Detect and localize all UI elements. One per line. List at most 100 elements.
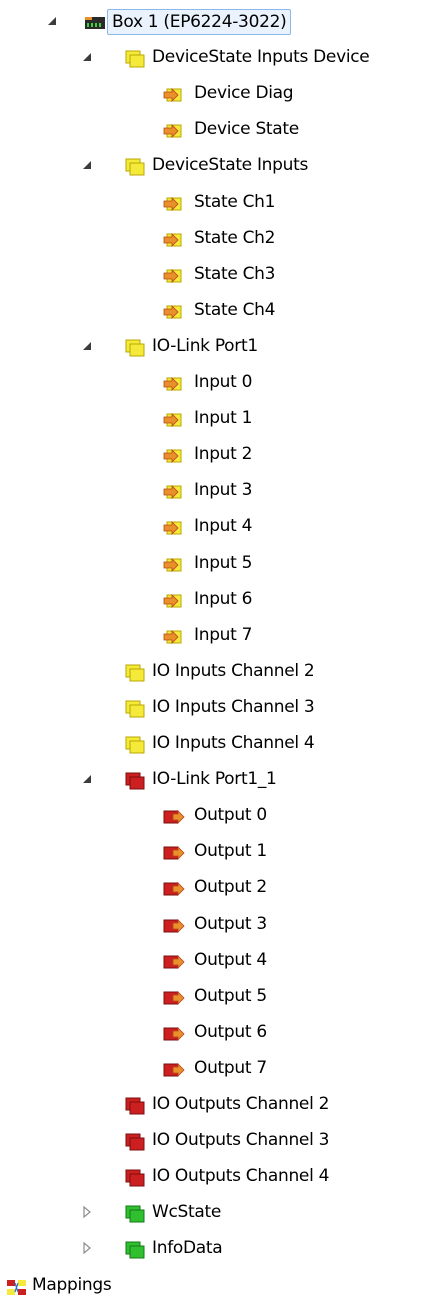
output-variable-icon — [163, 986, 185, 1006]
input-group-icon — [124, 697, 146, 718]
tree-item-label: IO Outputs Channel 4 — [152, 1166, 330, 1186]
input-group-icon — [124, 336, 146, 357]
tree-item-input-3[interactable]: Input 3 — [0, 473, 441, 507]
input-variable-icon — [163, 553, 185, 573]
tree-item-output-6[interactable]: Output 6 — [0, 1015, 441, 1049]
tree-item-label: Output 4 — [194, 950, 267, 970]
tree-item-input-2[interactable]: Input 2 — [0, 437, 441, 471]
tree-item-wcstate[interactable]: WcState — [0, 1195, 441, 1229]
status-group-icon — [124, 1202, 146, 1223]
tree-item-input-0[interactable]: Input 0 — [0, 365, 441, 399]
tree-item-label: Input 6 — [194, 589, 253, 609]
tree-item-output-3[interactable]: Output 3 — [0, 907, 441, 941]
tree-item-devicestate-inputs-device[interactable]: DeviceState Inputs Device — [0, 40, 441, 74]
collapsed-arrow-icon[interactable] — [80, 1205, 94, 1219]
input-variable-icon — [163, 589, 185, 609]
tree-item-label: Output 0 — [194, 805, 267, 825]
output-group-icon — [124, 1130, 146, 1151]
expanded-arrow-icon[interactable] — [80, 339, 94, 353]
tree-item-state-ch1[interactable]: State Ch1 — [0, 185, 441, 219]
input-variable-icon — [163, 119, 185, 139]
tree-item-label: Output 7 — [194, 1058, 267, 1078]
tree-item-input-7[interactable]: Input 7 — [0, 618, 441, 652]
output-variable-icon — [163, 841, 185, 861]
mappings-icon — [6, 1275, 28, 1295]
input-variable-icon — [163, 228, 185, 248]
tree-item-output-1[interactable]: Output 1 — [0, 834, 441, 868]
input-group-icon — [124, 155, 146, 176]
tree-item-label: Device State — [194, 119, 299, 139]
input-group-icon — [124, 47, 146, 68]
input-group-icon — [124, 733, 146, 754]
tree-item-input-6[interactable]: Input 6 — [0, 582, 441, 616]
output-variable-icon — [163, 877, 185, 897]
tree-item-io-link-port1-1[interactable]: IO-Link Port1_1 — [0, 762, 441, 796]
input-variable-icon — [163, 408, 185, 428]
output-group-icon — [124, 1166, 146, 1187]
tree-item-mappings[interactable]: Mappings — [0, 1268, 441, 1302]
input-variable-icon — [163, 83, 185, 103]
tree-item-label: Input 2 — [194, 444, 253, 464]
tree-item-input-4[interactable]: Input 4 — [0, 509, 441, 543]
expanded-arrow-icon[interactable] — [80, 158, 94, 172]
tree-item-box-1-ep6224-3022[interactable]: Box 1 (EP6224-3022) — [0, 4, 441, 38]
output-group-icon — [124, 769, 146, 790]
input-variable-icon — [163, 372, 185, 392]
tree-item-label: DeviceState Inputs — [152, 155, 309, 175]
tree-item-label: IO-Link Port1 — [152, 336, 258, 356]
tree-item-label: Mappings — [32, 1275, 112, 1295]
tree-item-device-state[interactable]: Device State — [0, 112, 441, 146]
tree-item-io-link-port1[interactable]: IO-Link Port1 — [0, 329, 441, 363]
tree-item-io-inputs-channel-3[interactable]: IO Inputs Channel 3 — [0, 690, 441, 724]
tree-item-input-5[interactable]: Input 5 — [0, 546, 441, 580]
input-variable-icon — [163, 264, 185, 284]
tree-item-label: IO-Link Port1_1 — [152, 769, 277, 789]
input-variable-icon — [163, 300, 185, 320]
tree-item-state-ch2[interactable]: State Ch2 — [0, 221, 441, 255]
tree-item-label: Input 7 — [194, 625, 253, 645]
tree-item-label: Box 1 (EP6224-3022) — [107, 9, 292, 35]
tree-item-state-ch4[interactable]: State Ch4 — [0, 293, 441, 327]
tree-item-output-4[interactable]: Output 4 — [0, 943, 441, 977]
tree-item-io-inputs-channel-2[interactable]: IO Inputs Channel 2 — [0, 654, 441, 688]
tree-item-infodata[interactable]: InfoData — [0, 1231, 441, 1265]
input-variable-icon — [163, 625, 185, 645]
tree-item-output-0[interactable]: Output 0 — [0, 798, 441, 832]
tree-item-label: Output 5 — [194, 986, 267, 1006]
tree-item-label: IO Outputs Channel 2 — [152, 1094, 330, 1114]
input-variable-icon — [163, 480, 185, 500]
tree-item-io-outputs-channel-3[interactable]: IO Outputs Channel 3 — [0, 1123, 441, 1157]
tree-item-output-7[interactable]: Output 7 — [0, 1051, 441, 1085]
expanded-arrow-icon[interactable] — [80, 772, 94, 786]
tree-item-output-2[interactable]: Output 2 — [0, 870, 441, 904]
tree-item-input-1[interactable]: Input 1 — [0, 401, 441, 435]
tree-item-io-inputs-channel-4[interactable]: IO Inputs Channel 4 — [0, 726, 441, 760]
tree-item-label: Output 3 — [194, 914, 267, 934]
tree-item-state-ch3[interactable]: State Ch3 — [0, 257, 441, 291]
output-group-icon — [124, 1094, 146, 1115]
tree-item-devicestate-inputs[interactable]: DeviceState Inputs — [0, 148, 441, 182]
input-variable-icon — [163, 516, 185, 536]
box-icon — [84, 11, 106, 31]
tree-item-label: Input 3 — [194, 480, 253, 500]
output-variable-icon — [163, 805, 185, 825]
output-variable-icon — [163, 914, 185, 934]
expanded-arrow-icon[interactable] — [45, 14, 59, 28]
tree-item-label: Device Diag — [194, 83, 294, 103]
tree-item-device-diag[interactable]: Device Diag — [0, 76, 441, 110]
tree-item-label: Input 1 — [194, 408, 253, 428]
output-variable-icon — [163, 1058, 185, 1078]
tree-item-label: IO Inputs Channel 3 — [152, 697, 315, 717]
tree-item-output-5[interactable]: Output 5 — [0, 979, 441, 1013]
tree-item-io-outputs-channel-2[interactable]: IO Outputs Channel 2 — [0, 1087, 441, 1121]
collapsed-arrow-icon[interactable] — [80, 1241, 94, 1255]
io-tree: Box 1 (EP6224-3022) DeviceState Inputs De… — [0, 0, 441, 1301]
expanded-arrow-icon[interactable] — [80, 50, 94, 64]
tree-item-label: Input 0 — [194, 372, 253, 392]
tree-item-label: Output 1 — [194, 841, 267, 861]
tree-item-label: Input 4 — [194, 516, 253, 536]
tree-item-label: IO Inputs Channel 2 — [152, 661, 315, 681]
tree-item-io-outputs-channel-4[interactable]: IO Outputs Channel 4 — [0, 1159, 441, 1193]
output-variable-icon — [163, 950, 185, 970]
tree-item-label: IO Inputs Channel 4 — [152, 733, 315, 753]
